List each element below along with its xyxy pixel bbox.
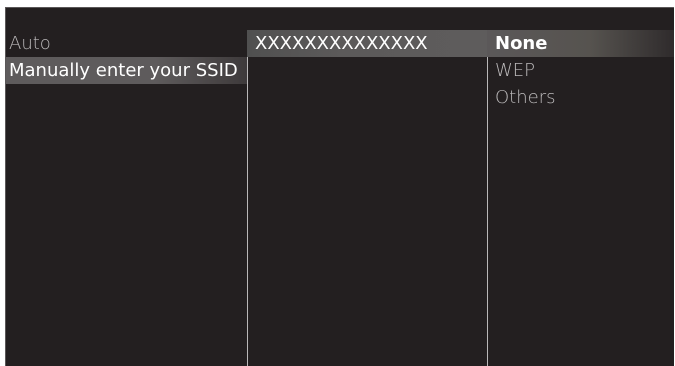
menu-item-none[interactable]: None [487,30,674,57]
menu-item-auto[interactable]: Auto [6,30,247,57]
ssid-panel: XXXXXXXXXXXXXX [247,30,487,366]
menu-item-wep[interactable]: WEP [487,57,674,84]
ssid-input[interactable]: XXXXXXXXXXXXXX [247,30,487,57]
menu-item-manual-ssid[interactable]: Manually enter your SSID [6,57,247,84]
menu-item-others[interactable]: Others [487,84,674,111]
connection-method-menu: Auto Manually enter your SSID [6,30,247,366]
tv-settings-screen: Auto Manually enter your SSID XXXXXXXXXX… [5,7,674,366]
security-type-menu: None WEP Others [487,30,674,366]
